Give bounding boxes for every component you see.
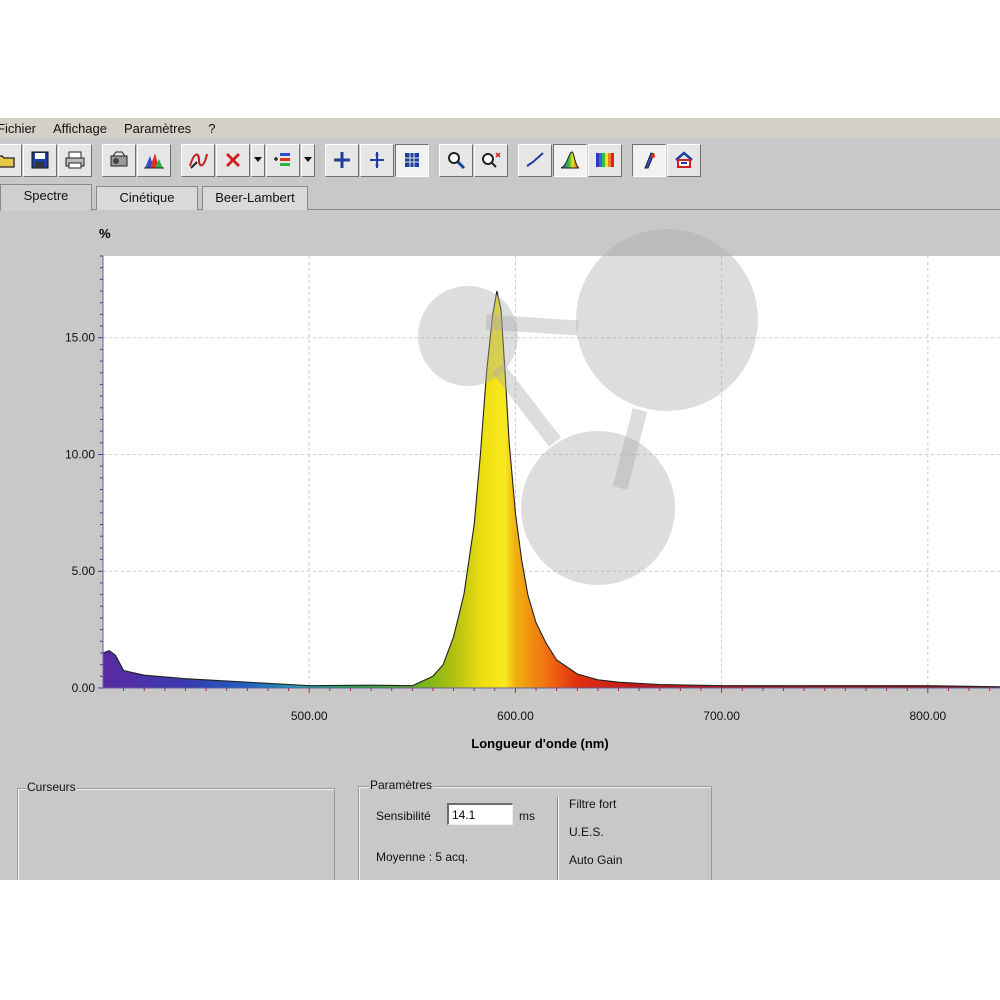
filled-spectrum-icon [560,151,580,169]
save-icon [31,151,49,169]
y-tick-label: 5.00 [72,564,96,578]
line-mode-icon [526,152,544,167]
probe-button[interactable] [632,143,666,177]
probe-icon [644,152,655,169]
crosshair-button[interactable] [325,143,359,177]
sensitivity-input[interactable] [447,803,513,825]
print-button[interactable] [58,143,92,177]
zoom-button[interactable] [439,143,473,177]
calibration-button[interactable] [667,143,701,177]
baseline-icon [274,153,290,166]
cursors-panel: Curseurs [17,780,335,880]
x-tick-label: 500.00 [291,709,328,723]
x-tick-label: 700.00 [703,709,740,723]
filter-status: Filtre fort [569,797,617,811]
open-button[interactable] [0,143,22,177]
add-cursor-button[interactable] [360,143,394,177]
filled-spectrum-button[interactable] [553,143,587,177]
dropdown-icon [304,157,312,162]
parameters-panel: Paramètres Sensibilité ms Moyenne : 5 ac… [358,778,712,880]
save-button[interactable] [23,143,57,177]
grid-button[interactable] [395,143,429,177]
sensitivity-unit: ms [519,809,535,823]
curve-edit-button[interactable] [181,143,215,177]
parameters-separator [557,797,559,880]
spectrum-color-button[interactable] [137,143,171,177]
menu-parametres[interactable]: Paramètres [124,121,200,136]
spectrum-chart[interactable]: 0.00 5.00 10.00 15.00 500.00 600.00 700.00 800.… [0,214,1000,754]
delete-button[interactable] [216,143,250,177]
y-tick-label: 0.00 [72,681,96,695]
plot-area [103,256,1000,688]
color-bands-button[interactable] [588,143,622,177]
grid-icon [405,153,419,167]
baseline-button[interactable] [266,143,300,177]
line-mode-button[interactable] [518,143,552,177]
cursors-panel-title: Curseurs [26,780,77,794]
zoom-icon [448,152,466,170]
spectrometer-icon [110,151,128,167]
baseline-dropdown-button[interactable] [301,143,315,177]
x-axis-label: Longueur d'onde (nm) [471,736,609,751]
spectrometer-button[interactable] [102,143,136,177]
y-tick-label: 10.00 [65,447,95,461]
toolbar [0,140,1000,180]
print-icon [65,151,85,169]
average-label: Moyenne : 5 acq. [376,850,469,864]
zoom-auto-icon [482,152,501,168]
menu-affichage[interactable]: Affichage [53,121,116,136]
open-folder-icon [0,155,15,168]
parameters-panel-title: Paramètres [369,778,434,792]
application-window: Fichier Affichage Paramètres ? Spectre C… [0,118,1000,880]
color-bands-icon [596,153,614,167]
delete-dropdown-button[interactable] [251,143,265,177]
tab-cinetique[interactable]: Cinétique [96,186,198,210]
menu-fichier[interactable]: Fichier [0,121,45,136]
gain-status: Auto Gain [569,853,623,867]
zoom-auto-button[interactable] [474,143,508,177]
ues-status: U.E.S. [569,825,604,839]
dropdown-icon [254,157,262,162]
menu-help[interactable]: ? [208,121,224,136]
y-tick-label: 15.00 [65,331,95,345]
calibration-icon [675,151,693,168]
spectrum-color-icon [144,153,164,169]
x-tick-label: 600.00 [497,709,534,723]
menu-bar: Fichier Affichage Paramètres ? [0,118,1000,138]
curve-edit-icon [189,153,208,169]
add-cursor-icon [370,152,384,168]
sensitivity-label: Sensibilité [376,809,431,823]
tab-spectre[interactable]: Spectre [0,184,92,211]
tab-bar: Spectre Cinétique Beer-Lambert [0,184,1000,211]
x-tick-label: 800.00 [909,709,946,723]
delete-icon [225,152,241,168]
crosshair-icon [334,152,350,168]
tab-beer-lambert[interactable]: Beer-Lambert [202,186,308,210]
